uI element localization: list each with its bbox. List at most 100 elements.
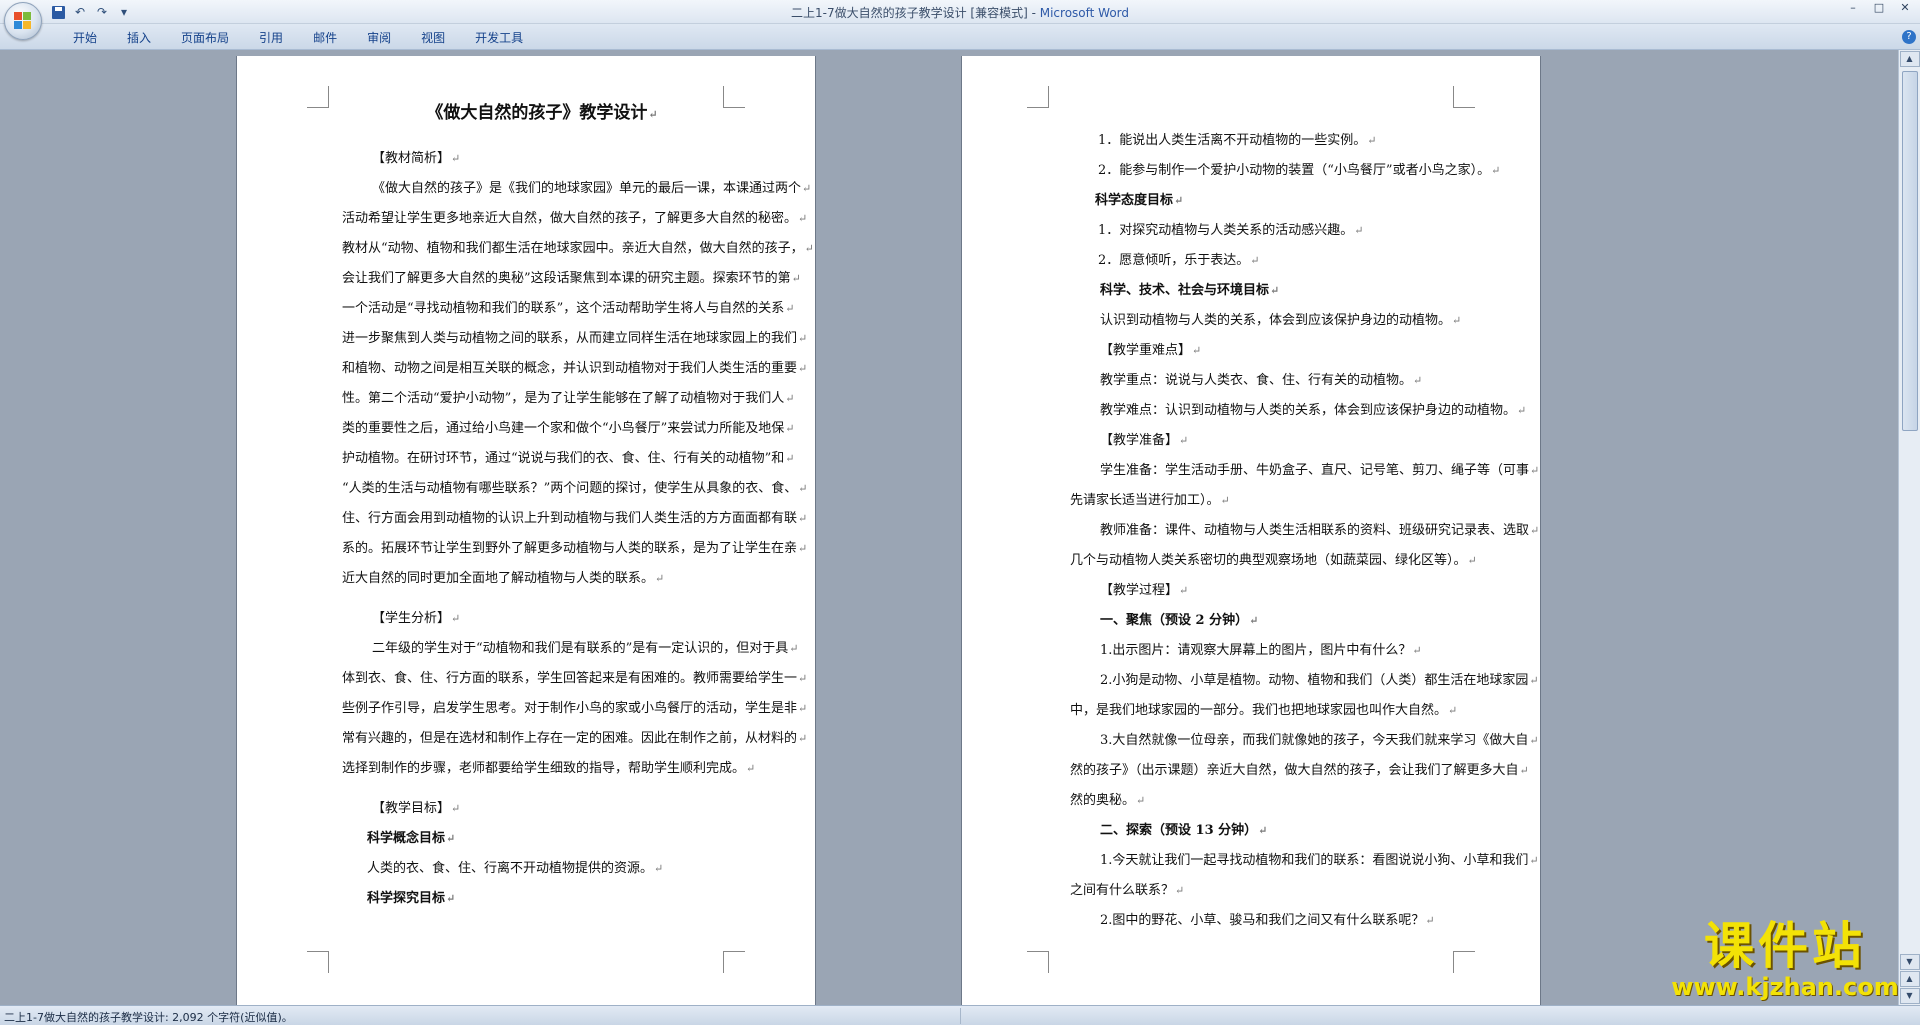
text-line[interactable]: 系的。拓展环节让学生到野外了解更多动植物与人类的联系，是为了让学生在亲↵ [342,534,807,564]
scroll-thumb[interactable] [1901,71,1918,431]
tab-7[interactable]: 开发工具 [460,29,538,47]
text-line[interactable]: 《做大自然的孩子》是《我们的地球家园》单元的最后一课，本课通过两个↵ [342,174,811,204]
text-line-content: 活动希望让学生更多地亲近大自然，做大自然的孩子，了解更多大自然的秘密。 [342,211,798,226]
text-line[interactable]: 【教学过程】↵ [1070,576,1480,606]
text-line-content: 2．能参与制作一个爱护小动物的装置（“小鸟餐厅”或者小鸟之家）。 [1098,163,1491,178]
text-line-content: 科学探究目标 [367,891,446,906]
text-line[interactable]: 【教学重难点】↵ [1070,336,1480,366]
text-line-content: 选择到制作的步骤，老师都要给学生细致的指导，帮助学生顺利完成。 [342,761,746,776]
tab-4[interactable]: 邮件 [298,29,352,47]
text-line[interactable]: 先请家长适当进行加工）。↵ [1070,486,1480,516]
paragraph-mark-icon: ↵ [1448,704,1458,717]
text-line[interactable]: 二年级的学生对于“动植物和我们是有联系的”是有一定认识的，但对于具↵ [342,634,799,664]
text-line[interactable]: 人类的衣、食、住、行离不开动植物提供的资源。↵ [342,854,742,884]
scroll-up-button[interactable]: ▲ [1899,51,1920,67]
paragraph-mark-icon: ↵ [1179,584,1189,597]
maximize-button[interactable]: □ [1866,0,1892,18]
margin-corner-mark [307,951,329,973]
paragraph-mark-icon: ↵ [1529,734,1539,747]
paragraph-mark-icon: ↵ [1467,554,1477,567]
text-line[interactable]: 几个与动植物人类关系密切的典型观察场地（如蔬菜园、绿化区等）。↵ [1070,546,1480,576]
text-line[interactable]: 【教学目标】↵ [342,794,742,824]
text-line[interactable]: 护动植物。在研讨环节，通过“说说与我们的衣、食、住、行有关的动植物”和↵ [342,444,795,474]
text-line[interactable]: 科学概念目标↵ [342,824,742,854]
paragraph-mark-icon: ↵ [1412,644,1422,657]
text-line[interactable]: 1．对探究动植物与人类关系的活动感兴趣。↵ [1070,216,1480,246]
text-line[interactable]: 【学生分析】↵ [342,604,742,634]
text-line-content: 之间有什么联系？ [1070,883,1175,898]
text-line[interactable]: 科学、技术、社会与环境目标↵ [1070,276,1480,306]
text-line[interactable]: 【教材简析】↵ [342,144,742,174]
text-line-content: 类的重要性之后，通过给小鸟建一个家和做个“小鸟餐厅”来尝试力所能及地保 [342,421,785,436]
text-line[interactable]: 近大自然的同时更加全面地了解动植物与人类的联系。↵ [342,564,742,594]
text-line[interactable]: 科学探究目标↵ [342,884,742,914]
paragraph-mark-icon: ↵ [789,642,799,655]
text-line-content: 常有兴趣的，但是在选材和制作上存在一定的困难。因此在制作之前，从材料的 [342,731,798,746]
office-button[interactable] [4,2,42,40]
text-line[interactable]: 教材从“动物、植物和我们都生活在地球家园中。亲近大自然，做大自然的孩子，↵ [342,234,814,264]
text-line[interactable]: 1．能说出人类生活离不开动植物的一些实例。↵ [1070,126,1480,156]
text-line[interactable]: 然的孩子》（出示课题）亲近大自然，做大自然的孩子，会让我们了解更多大自↵ [1070,756,1529,786]
text-line[interactable]: “人类的生活与动植物有哪些联系？”两个问题的探讨，使学生从具象的衣、食、↵ [342,474,808,504]
text-line[interactable]: 一、聚焦（预设 2 分钟）↵ [1070,606,1480,636]
page-left[interactable]: 《做大自然的孩子》教学设计↵ 【教材简析】↵ 《做大自然的孩子》是《我们的地球家园… [237,56,815,1005]
text-line[interactable]: 一个活动是“寻找动植物和我们的联系”，这个活动帮助学生将人与自然的关系↵ [342,294,795,324]
text-line[interactable]: 科学态度目标↵ [1070,186,1480,216]
paragraph-mark-icon: ↵ [798,332,808,345]
tab-1[interactable]: 插入 [112,29,166,47]
margin-corner-mark [1027,951,1049,973]
text-line[interactable]: 常有兴趣的，但是在选材和制作上存在一定的困难。因此在制作之前，从材料的↵ [342,724,807,754]
text-line[interactable]: 选择到制作的步骤，老师都要给学生细致的指导，帮助学生顺利完成。↵ [342,754,755,784]
close-button[interactable]: ✕ [1892,0,1918,18]
text-line[interactable]: 活动希望让学生更多地亲近大自然，做大自然的孩子，了解更多大自然的秘密。↵ [342,204,807,234]
next-page-button[interactable]: ▼ [1899,988,1920,1004]
previous-page-button[interactable]: ▲ [1899,971,1920,987]
text-line[interactable]: 学生准备：学生活动手册、牛奶盒子、直尺、记号笔、剪刀、绳子等（可事↵ [1070,456,1539,486]
paragraph-mark-icon: ↵ [1529,854,1539,867]
text-line[interactable]: 二、探索（预设 13 分钟）↵ [1070,816,1480,846]
text-line[interactable]: 2.图中的野花、小草、骏马和我们之间又有什么联系呢？↵ [1070,906,1480,936]
text-line[interactable]: 类的重要性之后，通过给小鸟建一个家和做个“小鸟餐厅”来尝试力所能及地保↵ [342,414,795,444]
text-line[interactable]: 2.小狗是动物、小草是植物。动物、植物和我们（人类）都生活在地球家园↵ [1070,666,1539,696]
tab-3[interactable]: 引用 [244,29,298,47]
text-line[interactable]: 认识到动植物与人类的关系，体会到应该保护身边的动植物。↵ [1070,306,1480,336]
text-line[interactable]: 进一步聚焦到人类与动植物之间的联系，从而建立同样生活在地球家园上的我们↵ [342,324,807,354]
text-line[interactable]: 然的奥秘。↵ [1070,786,1480,816]
text-line[interactable]: 中，是我们地球家园的一部分。我们也把地球家园也叫作大自然。↵ [1070,696,1480,726]
text-line[interactable]: 之间有什么联系？↵ [1070,876,1480,906]
tab-2[interactable]: 页面布局 [166,29,244,47]
tab-5[interactable]: 审阅 [352,29,406,47]
text-line[interactable]: 2．能参与制作一个爱护小动物的装置（“小鸟餐厅”或者小鸟之家）。↵ [1070,156,1500,186]
tab-6[interactable]: 视图 [406,29,460,47]
help-icon[interactable]: ? [1902,30,1916,44]
vertical-scrollbar[interactable]: ▲ ▼ ▲ ▼ [1898,50,1920,1005]
status-word-count[interactable]: 二上1-7做大自然的孩子教学设计: 2,092 个字符(近似值)。 [4,1009,293,1025]
text-line[interactable]: 教师准备：课件、动植物与人类生活相联系的资料、班级研究记录表、选取↵ [1070,516,1539,546]
text-line[interactable]: 体到衣、食、住、行方面的联系，学生回答起来是有困难的。教师需要给学生一↵ [342,664,807,694]
text-line[interactable]: 【教学准备】↵ [1070,426,1480,456]
text-line[interactable]: 会让我们了解更多大自然的奥秘”这段话聚焦到本课的研究主题。探索环节的第↵ [342,264,801,294]
minimize-button[interactable]: – [1840,0,1866,18]
paragraph-mark-icon: ↵ [802,182,812,195]
text-line[interactable]: 2．愿意倾听，乐于表达。↵ [1070,246,1480,276]
text-line[interactable]: 些例子作引导，启发学生思考。对于制作小鸟的家或小鸟餐厅的活动，学生是非↵ [342,694,807,724]
text-line[interactable]: 和植物、动物之间是相互关联的概念，并认识到动植物对于我们人类生活的重要↵ [342,354,807,384]
text-line[interactable]: 教学难点：认识到动植物与人类的关系，体会到应该保护身边的动植物。↵ [1070,396,1526,426]
page-right[interactable]: 1．能说出人类生活离不开动植物的一些实例。↵ 2．能参与制作一个爱护小动物的装置（… [962,56,1540,1005]
text-line-content: 教师准备：课件、动植物与人类生活相联系的资料、班级研究记录表、选取 [1100,523,1530,538]
paragraph-mark-icon: ↵ [1354,224,1364,237]
paragraph-mark-icon: ↵ [1517,404,1527,417]
text-line[interactable]: 住、行方面会用到动植物的认识上升到动植物与我们人类生活的方方面面都有联↵ [342,504,807,534]
text-line[interactable]: 3.大自然就像一位母亲，而我们就像她的孩子，今天我们就来学习《做大自↵ [1070,726,1539,756]
text-line[interactable]: 教学重点：说说与人类衣、食、住、行有关的动植物。↵ [1070,366,1480,396]
scroll-down-button[interactable]: ▼ [1899,954,1920,970]
paragraph-mark-icon: ↵ [654,862,664,875]
text-line[interactable]: 1.今天就让我们一起寻找动植物和我们的联系：看图说说小狗、小草和我们↵ [1070,846,1539,876]
paragraph-mark-icon: ↵ [1413,374,1423,387]
tab-0[interactable]: 开始 [58,29,112,47]
paragraph-mark-icon: ↵ [1258,824,1268,837]
text-line-content: 和植物、动物之间是相互关联的概念，并认识到动植物对于我们人类生活的重要 [342,361,798,376]
text-line[interactable]: 性。第二个活动“爱护小动物”，是为了让学生能够在了解了动植物对于我们人↵ [342,384,795,414]
text-line[interactable]: 1.出示图片：请观察大屏幕上的图片，图片中有什么？↵ [1070,636,1480,666]
text-line-content: 进一步聚焦到人类与动植物之间的联系，从而建立同样生活在地球家园上的我们 [342,331,798,346]
